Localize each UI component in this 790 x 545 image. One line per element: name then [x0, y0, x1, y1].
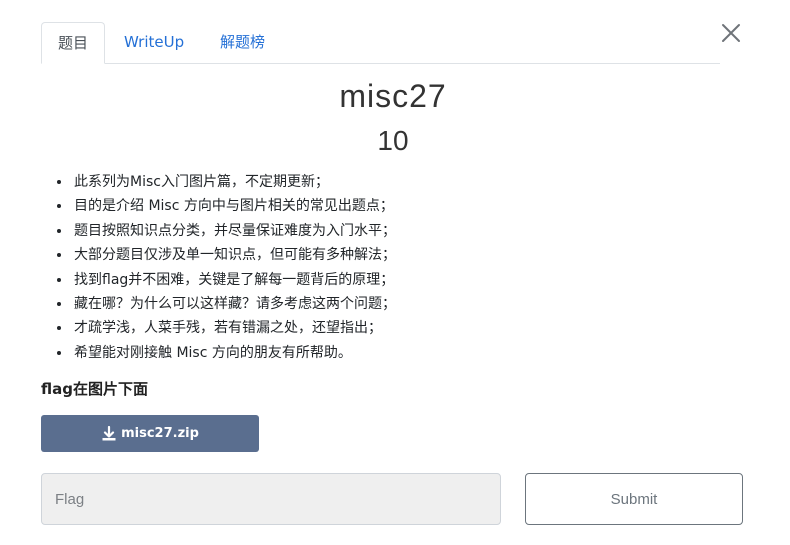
description-item: 目的是介绍 Misc 方向中与图片相关的常见出题点； — [72, 194, 396, 218]
tab-challenge[interactable]: 题目 — [41, 22, 106, 64]
description-item: 找到flag并不困难，关键是了解每一题背后的原理； — [72, 268, 396, 292]
description-item: 才疏学浅，人菜手残，若有错漏之处，还望指出； — [72, 316, 396, 340]
download-file-label: misc27.zip — [121, 426, 199, 441]
download-icon — [102, 425, 116, 440]
tab-writeup[interactable]: WriteUp — [108, 22, 200, 63]
challenge-hint: flag在图片下面 — [41, 380, 148, 398]
challenge-description: 此系列为Misc入门图片篇，不定期更新； 目的是介绍 Misc 方向中与图片相关… — [51, 170, 396, 365]
description-item: 此系列为Misc入门图片篇，不定期更新； — [72, 170, 396, 194]
challenge-points: 10 — [377, 125, 409, 156]
flag-input[interactable] — [41, 473, 501, 525]
close-icon[interactable] — [719, 21, 743, 45]
description-item: 藏在哪？为什么可以这样藏？请多考虑这两个问题； — [72, 292, 396, 316]
download-file-button[interactable]: misc27.zip — [41, 415, 259, 452]
submit-button[interactable]: Submit — [525, 473, 743, 525]
tab-solves[interactable]: 解题榜 — [204, 22, 281, 63]
challenge-name: misc27 — [339, 78, 447, 114]
challenge-tabs: 题目 WriteUp 解题榜 — [41, 22, 720, 64]
description-item: 希望能对刚接触 Misc 方向的朋友有所帮助。 — [72, 341, 396, 365]
description-item: 大部分题目仅涉及单一知识点，但可能有多种解法； — [72, 243, 396, 267]
description-item: 题目按照知识点分类，并尽量保证难度为入门水平； — [72, 219, 396, 243]
